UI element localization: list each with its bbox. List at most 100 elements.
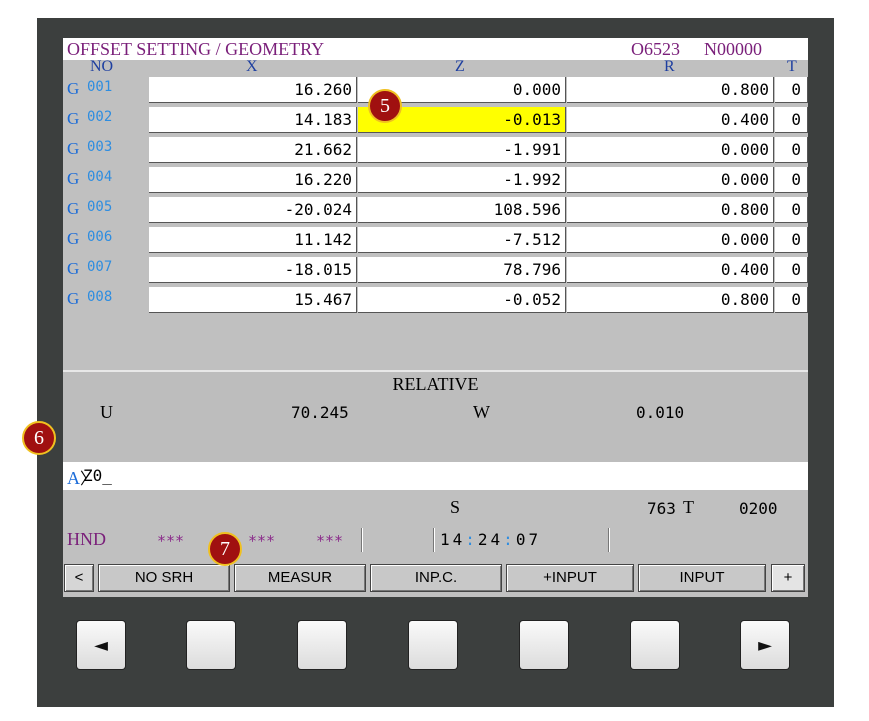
row-number: 004	[87, 169, 113, 185]
softkey-no-srh[interactable]: NO SRH	[98, 564, 230, 592]
offset-t-cell[interactable]: 0	[775, 257, 808, 283]
row-number: 008	[87, 289, 113, 305]
column-header-x: X	[246, 58, 258, 75]
callout-7: 7	[208, 532, 242, 566]
softkey-inp-c[interactable]: INP.C.	[370, 564, 502, 592]
softkey-previous[interactable]: <	[64, 564, 94, 592]
key-input-buffer[interactable]: A〉 Z0_	[63, 462, 808, 490]
spindle-label: S	[450, 497, 461, 517]
offset-r-cell[interactable]: 0.400	[567, 107, 774, 133]
offset-z-cell[interactable]: -1.992	[358, 167, 566, 193]
hardware-softkey-1[interactable]	[187, 621, 235, 669]
offset-r-cell[interactable]: 0.800	[567, 287, 774, 313]
hardware-softkey-4[interactable]	[520, 621, 568, 669]
row-number: 003	[87, 139, 113, 155]
row-type: G	[67, 259, 80, 278]
operation-mode: HND	[67, 529, 106, 549]
status-field-1: ***	[157, 532, 185, 550]
right-arrow-key[interactable]: ►	[741, 621, 789, 669]
hardware-softkey-3[interactable]	[409, 621, 457, 669]
softkey-measur[interactable]: MEASUR	[234, 564, 366, 592]
column-header-no: NO	[90, 58, 114, 75]
callout-6: 6	[22, 421, 56, 455]
softkey-plus-input[interactable]: +INPUT	[506, 564, 634, 592]
hardware-softkey-2[interactable]	[298, 621, 346, 669]
offset-row: G 004 16.220 -1.992 0.000 0	[63, 166, 808, 195]
offset-z-cell[interactable]: -1.991	[358, 137, 566, 163]
row-number: 005	[87, 199, 113, 215]
callout-5: 5	[368, 89, 402, 123]
softkey-input[interactable]: INPUT	[638, 564, 766, 592]
program-number: O6523	[631, 39, 680, 59]
offset-row: G 005 -20.024 108.596 0.800 0	[63, 196, 808, 225]
row-number: 006	[87, 229, 113, 245]
row-number: 007	[87, 259, 113, 275]
column-header-r: R	[664, 58, 675, 75]
softkey-next[interactable]: +	[771, 564, 805, 592]
offset-r-cell[interactable]: 0.000	[567, 167, 774, 193]
column-header-z: Z	[455, 58, 465, 75]
cnc-screen: OFFSET SETTING / GEOMETRY O6523 N00000 N…	[63, 38, 808, 597]
offset-x-cell[interactable]: -18.015	[149, 257, 357, 283]
tool-number: 0200	[739, 499, 778, 518]
row-type: G	[67, 139, 80, 158]
offset-x-cell[interactable]: 21.662	[149, 137, 357, 163]
axis-w-value: 0.010	[636, 403, 685, 422]
offset-x-cell[interactable]: 16.220	[149, 167, 357, 193]
column-header-t: T	[787, 58, 797, 75]
offset-t-cell[interactable]: 0	[775, 167, 808, 193]
row-type: G	[67, 109, 80, 128]
clock: 14:24:07	[440, 530, 542, 549]
offset-x-cell[interactable]: -20.024	[149, 197, 357, 223]
offset-z-cell[interactable]: 78.796	[358, 257, 566, 283]
relative-position-panel: RELATIVE U 70.245 W 0.010	[63, 370, 808, 462]
soft-key-bar: < NO SRH MEASUR INP.C. +INPUT INPUT +	[63, 562, 808, 592]
offset-t-cell[interactable]: 0	[775, 197, 808, 223]
offset-z-cell[interactable]: 108.596	[358, 197, 566, 223]
offset-row: G 003 21.662 -1.991 0.000 0	[63, 136, 808, 165]
offset-t-cell[interactable]: 0	[775, 287, 808, 313]
offset-x-cell[interactable]: 15.467	[149, 287, 357, 313]
column-headers: NO X Z R T	[63, 58, 808, 76]
offset-row: G 008 15.467 -0.052 0.800 0	[63, 286, 808, 315]
status-field-3: ***	[316, 532, 344, 550]
offset-row: G 001 16.260 0.000 0.800 0	[63, 76, 808, 105]
row-type: G	[67, 229, 80, 248]
offset-t-cell[interactable]: 0	[775, 227, 808, 253]
offset-row: G 007 -18.015 78.796 0.400 0	[63, 256, 808, 285]
screen-header: OFFSET SETTING / GEOMETRY O6523 N00000	[63, 38, 808, 60]
page-title: OFFSET SETTING / GEOMETRY	[67, 39, 325, 59]
offset-r-cell[interactable]: 0.800	[567, 197, 774, 223]
row-type: G	[67, 199, 80, 218]
hardware-softkey-5[interactable]	[631, 621, 679, 669]
offset-t-cell[interactable]: 0	[775, 107, 808, 133]
axis-w-label: W	[473, 402, 490, 422]
row-number: 002	[87, 109, 113, 125]
row-type: G	[67, 289, 80, 308]
offset-z-cell[interactable]: -7.512	[358, 227, 566, 253]
offset-r-cell[interactable]: 0.800	[567, 77, 774, 103]
offset-r-cell[interactable]: 0.000	[567, 137, 774, 163]
axis-u-label: U	[100, 402, 113, 422]
offset-x-cell[interactable]: 11.142	[149, 227, 357, 253]
offset-x-cell[interactable]: 14.183	[149, 107, 357, 133]
input-text: Z0_	[83, 466, 112, 485]
offset-row: G 006 11.142 -7.512 0.000 0	[63, 226, 808, 255]
sequence-number: N00000	[704, 39, 762, 59]
offset-z-cell[interactable]: -0.052	[358, 287, 566, 313]
status-field-2: ***	[248, 532, 276, 550]
offset-r-cell[interactable]: 0.400	[567, 257, 774, 283]
row-number: 001	[87, 79, 113, 95]
offset-x-cell[interactable]: 16.260	[149, 77, 357, 103]
offset-t-cell[interactable]: 0	[775, 137, 808, 163]
offset-row: G 002 14.183 -0.013 0.400 0	[63, 106, 808, 135]
spindle-tool-status: S 763 T 0200	[63, 494, 808, 522]
offset-t-cell[interactable]: 0	[775, 77, 808, 103]
relative-label: RELATIVE	[392, 374, 479, 394]
row-type: G	[67, 169, 80, 188]
left-arrow-key[interactable]: ◄	[77, 621, 125, 669]
axis-u-value: 70.245	[291, 403, 349, 422]
offset-r-cell[interactable]: 0.000	[567, 227, 774, 253]
spindle-speed: 763	[647, 499, 676, 518]
mode-status-bar: HND *** *** *** 14:24:07	[63, 526, 808, 554]
